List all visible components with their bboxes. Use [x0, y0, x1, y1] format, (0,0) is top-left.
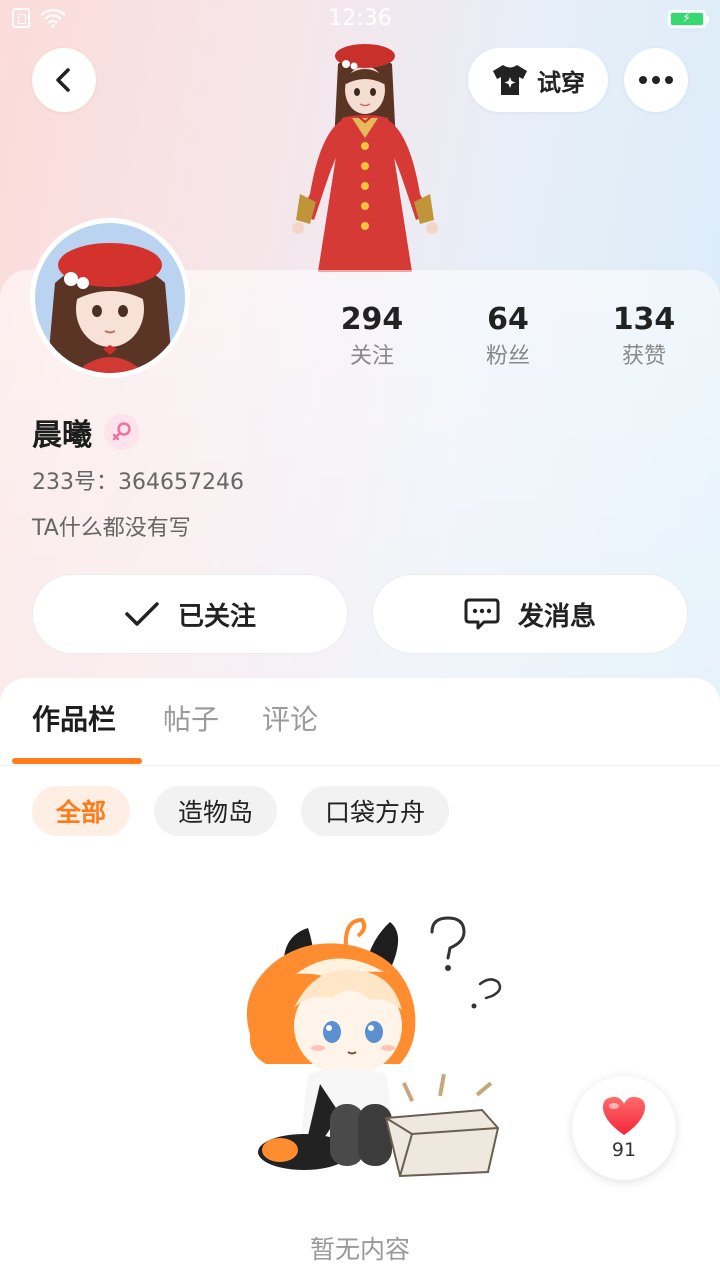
tab-works[interactable]: 作品栏: [32, 698, 116, 742]
content-section: 作品栏 帖子 评论 全部 造物岛 口袋方舟 暂无内容: [0, 678, 720, 1280]
username: 晨曦: [32, 418, 92, 453]
send-message-label: 发消息: [517, 601, 596, 632]
tab-posts[interactable]: 帖子: [163, 698, 219, 742]
try-on-button[interactable]: 试穿: [468, 48, 608, 112]
followers-count: 64: [487, 302, 529, 337]
user-id: 233号：364657246: [32, 470, 244, 495]
like-count: 91: [611, 1139, 637, 1161]
chat-bubble-icon: [464, 598, 500, 630]
empty-state-illustration: [246, 916, 502, 1178]
followers-label: 粉丝: [485, 344, 530, 369]
filter-all[interactable]: 全部: [32, 786, 131, 836]
more-dots-icon: [639, 76, 647, 84]
try-on-label: 试穿: [537, 68, 585, 97]
following-stat[interactable]: 294 关注: [312, 300, 432, 374]
tshirt-icon: [493, 65, 527, 95]
user-bio: TA什么都没有写: [32, 516, 191, 541]
active-tab-indicator: [12, 758, 142, 764]
following-button-label: 已关注: [177, 601, 256, 632]
following-count: 294: [340, 302, 404, 337]
status-bar: 12:36 ⚡: [0, 0, 720, 38]
heart-icon: [602, 1096, 646, 1135]
character-3d-avatar: [292, 44, 438, 272]
tab-comments[interactable]: 评论: [262, 698, 318, 742]
status-time: 12:36: [328, 6, 392, 31]
battery-icon: ⚡: [668, 10, 709, 28]
followers-stat[interactable]: 64 粉丝: [448, 300, 568, 374]
likes-received-stat[interactable]: 134 获赞: [584, 300, 704, 374]
filter-chips: 全部 造物岛 口袋方舟: [32, 786, 450, 836]
more-options-button[interactable]: [624, 48, 688, 112]
profile-stats: 294 关注 64 粉丝 134 获赞: [300, 300, 720, 380]
checkmark-icon: [125, 602, 159, 626]
chevron-left-icon: [56, 68, 70, 92]
back-button[interactable]: [32, 48, 96, 112]
content-tabs: 作品栏 帖子 评论: [0, 698, 720, 766]
likes-received-label: 获赞: [621, 344, 666, 369]
filter-pocket-ark[interactable]: 口袋方舟: [301, 786, 450, 836]
send-message-button[interactable]: 发消息: [372, 574, 688, 654]
avatar-image: [35, 223, 185, 373]
like-button[interactable]: 91: [572, 1076, 676, 1180]
following-label: 关注: [349, 344, 394, 369]
username-row: 晨曦: [32, 410, 140, 454]
female-gender-icon: [104, 414, 140, 450]
empty-state-text: 暂无内容: [309, 1235, 410, 1264]
likes-received-count: 134: [612, 302, 676, 337]
following-button[interactable]: 已关注: [32, 574, 348, 654]
avatar[interactable]: [30, 218, 190, 378]
filter-creation-island[interactable]: 造物岛: [154, 786, 278, 836]
